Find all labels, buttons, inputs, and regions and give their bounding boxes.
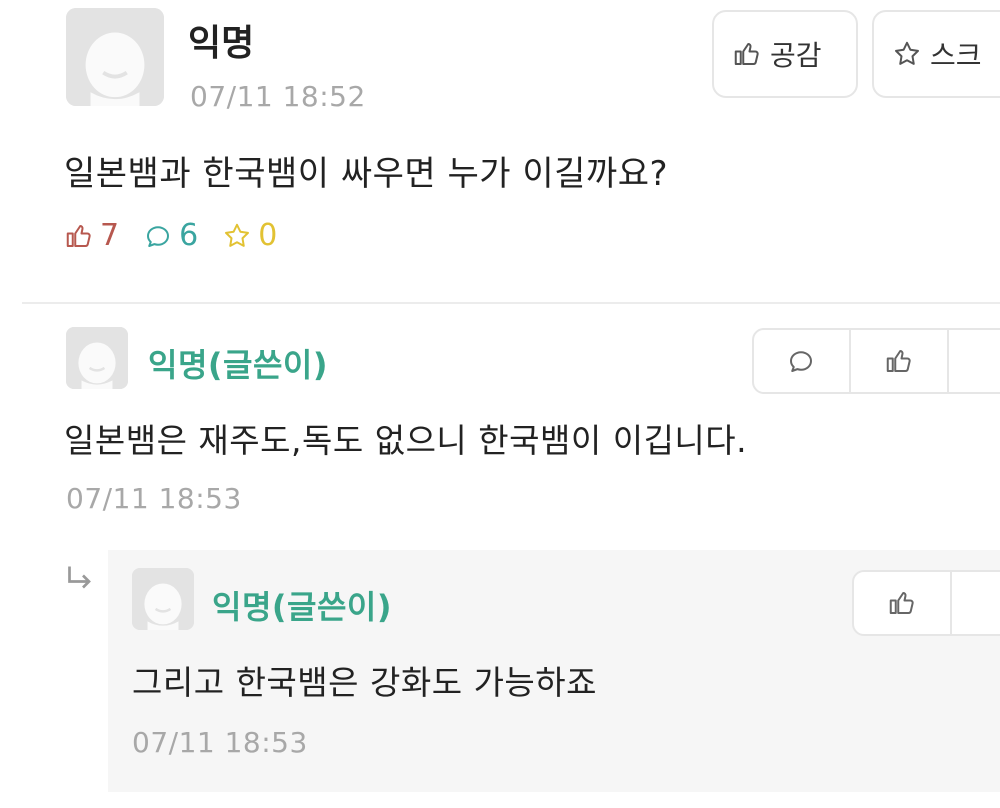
- scrap-count-value: 0: [258, 218, 278, 253]
- speech-bubble-icon: [147, 225, 170, 247]
- post-stats: 7 6 0: [64, 218, 301, 253]
- scrap-button[interactable]: 스크: [872, 10, 1000, 98]
- comment-count: 6: [143, 218, 198, 253]
- reply-more-button[interactable]: [952, 572, 1000, 634]
- more-button[interactable]: [949, 330, 1000, 392]
- like-count: 7: [64, 218, 119, 253]
- comment-actions: [752, 328, 1000, 394]
- thumbs-up-icon: [889, 592, 914, 614]
- speech-bubble-icon: [790, 351, 813, 372]
- thumbs-up-icon: [886, 350, 911, 372]
- reply-actions: [852, 570, 1000, 636]
- post-title: 일본뱀과 한국뱀이 싸우면 누가 이길까요?: [64, 154, 669, 194]
- like-button-label: 공감: [770, 39, 822, 72]
- comment-avatar: [66, 327, 128, 389]
- reply-like-button[interactable]: [854, 572, 952, 634]
- avatar-icon: [132, 568, 194, 630]
- post-avatar: [66, 8, 164, 106]
- star-icon: [225, 223, 250, 247]
- reply-arrow-icon: [62, 562, 98, 598]
- like-button[interactable]: 공감: [712, 10, 858, 98]
- avatar-icon: [66, 8, 164, 106]
- star-icon: [895, 41, 919, 65]
- comment-like-button[interactable]: [851, 330, 950, 392]
- reply-text: 그리고 한국뱀은 강화도 가능하죠: [132, 663, 598, 702]
- comment-author: 익명(글쓴이): [148, 346, 328, 384]
- comment-timestamp: 07/11 18:53: [66, 482, 242, 515]
- reply-avatar: [132, 568, 194, 630]
- avatar-icon: [66, 327, 128, 389]
- scrap-button-label: 스크: [930, 39, 982, 72]
- post-timestamp: 07/11 18:52: [190, 80, 366, 113]
- divider: [22, 302, 1000, 304]
- reply-timestamp: 07/11 18:53: [132, 726, 308, 759]
- post-author: 익명: [188, 23, 255, 64]
- thumbs-up-icon: [734, 43, 759, 65]
- reply-author: 익명(글쓴이): [212, 588, 392, 626]
- comment-text: 일본뱀은 재주도,독도 없으니 한국뱀이 이깁니다.: [64, 421, 748, 460]
- thumbs-up-icon: [66, 224, 91, 247]
- like-count-value: 7: [100, 218, 120, 253]
- reply-button[interactable]: [754, 330, 851, 392]
- comment-count-value: 6: [179, 218, 199, 253]
- scrap-count: 0: [222, 218, 277, 253]
